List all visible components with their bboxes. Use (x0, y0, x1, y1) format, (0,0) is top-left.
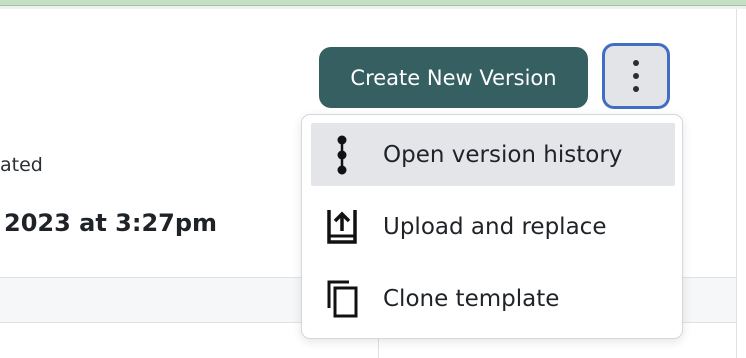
menu-item-clone-template[interactable]: Clone template (311, 267, 675, 330)
more-options-button[interactable] (602, 43, 670, 109)
card-edge (736, 9, 737, 358)
last-updated-label: ated (0, 154, 43, 176)
menu-item-label: Upload and replace (383, 213, 607, 240)
upload-tray-icon (321, 206, 363, 248)
menu-item-open-version-history[interactable]: Open version history (311, 123, 675, 186)
timeline-icon (321, 134, 363, 176)
create-new-version-label: Create New Version (350, 65, 557, 90)
last-updated-value: 2023 at 3:27pm (4, 209, 218, 237)
more-options-menu: Open version history Upload and replace … (301, 114, 683, 339)
copy-icon (321, 278, 363, 320)
menu-item-label: Open version history (383, 141, 623, 168)
menu-item-label: Clone template (383, 285, 560, 312)
create-new-version-button[interactable]: Create New Version (319, 47, 588, 108)
menu-item-upload-and-replace[interactable]: Upload and replace (311, 195, 675, 258)
top-divider (0, 6, 746, 9)
kebab-vertical-icon (633, 60, 639, 92)
